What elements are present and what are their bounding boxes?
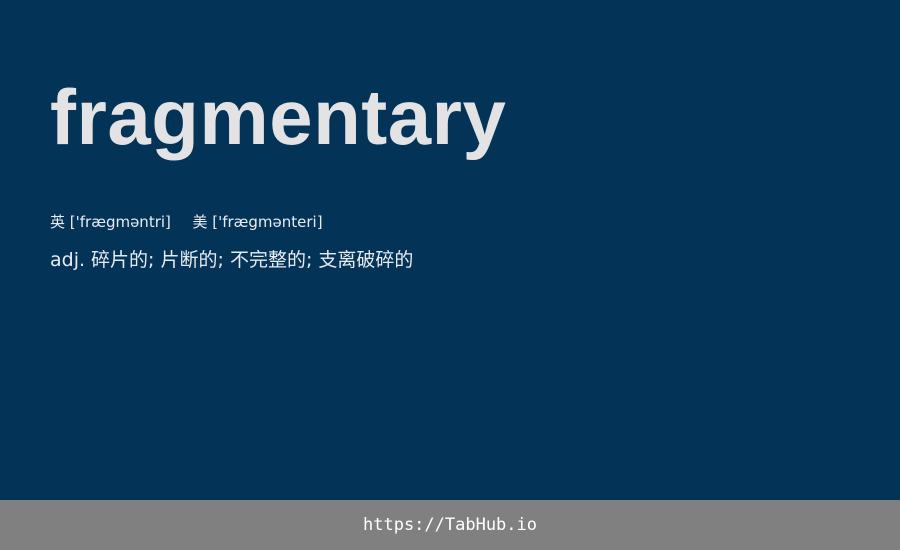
us-phonetic-label: 美: [192, 213, 208, 231]
uk-phonetic-label: 英: [50, 213, 66, 231]
headword: fragmentary: [50, 73, 507, 161]
uk-phonetic: ['frægməntri]: [69, 213, 171, 231]
us-phonetic: ['frægmənteri]: [212, 213, 323, 231]
word-card: fragmentary 英 ['frægməntri] 美 ['frægmənt…: [0, 0, 900, 500]
phonetics-line: 英 ['frægməntri] 美 ['frægmənteri]: [50, 212, 323, 232]
tabhub-link[interactable]: https://TabHub.io: [363, 515, 537, 535]
definition: adj. 碎片的; 片断的; 不完整的; 支离破碎的: [50, 249, 414, 271]
footer-bar: https://TabHub.io: [0, 500, 900, 550]
